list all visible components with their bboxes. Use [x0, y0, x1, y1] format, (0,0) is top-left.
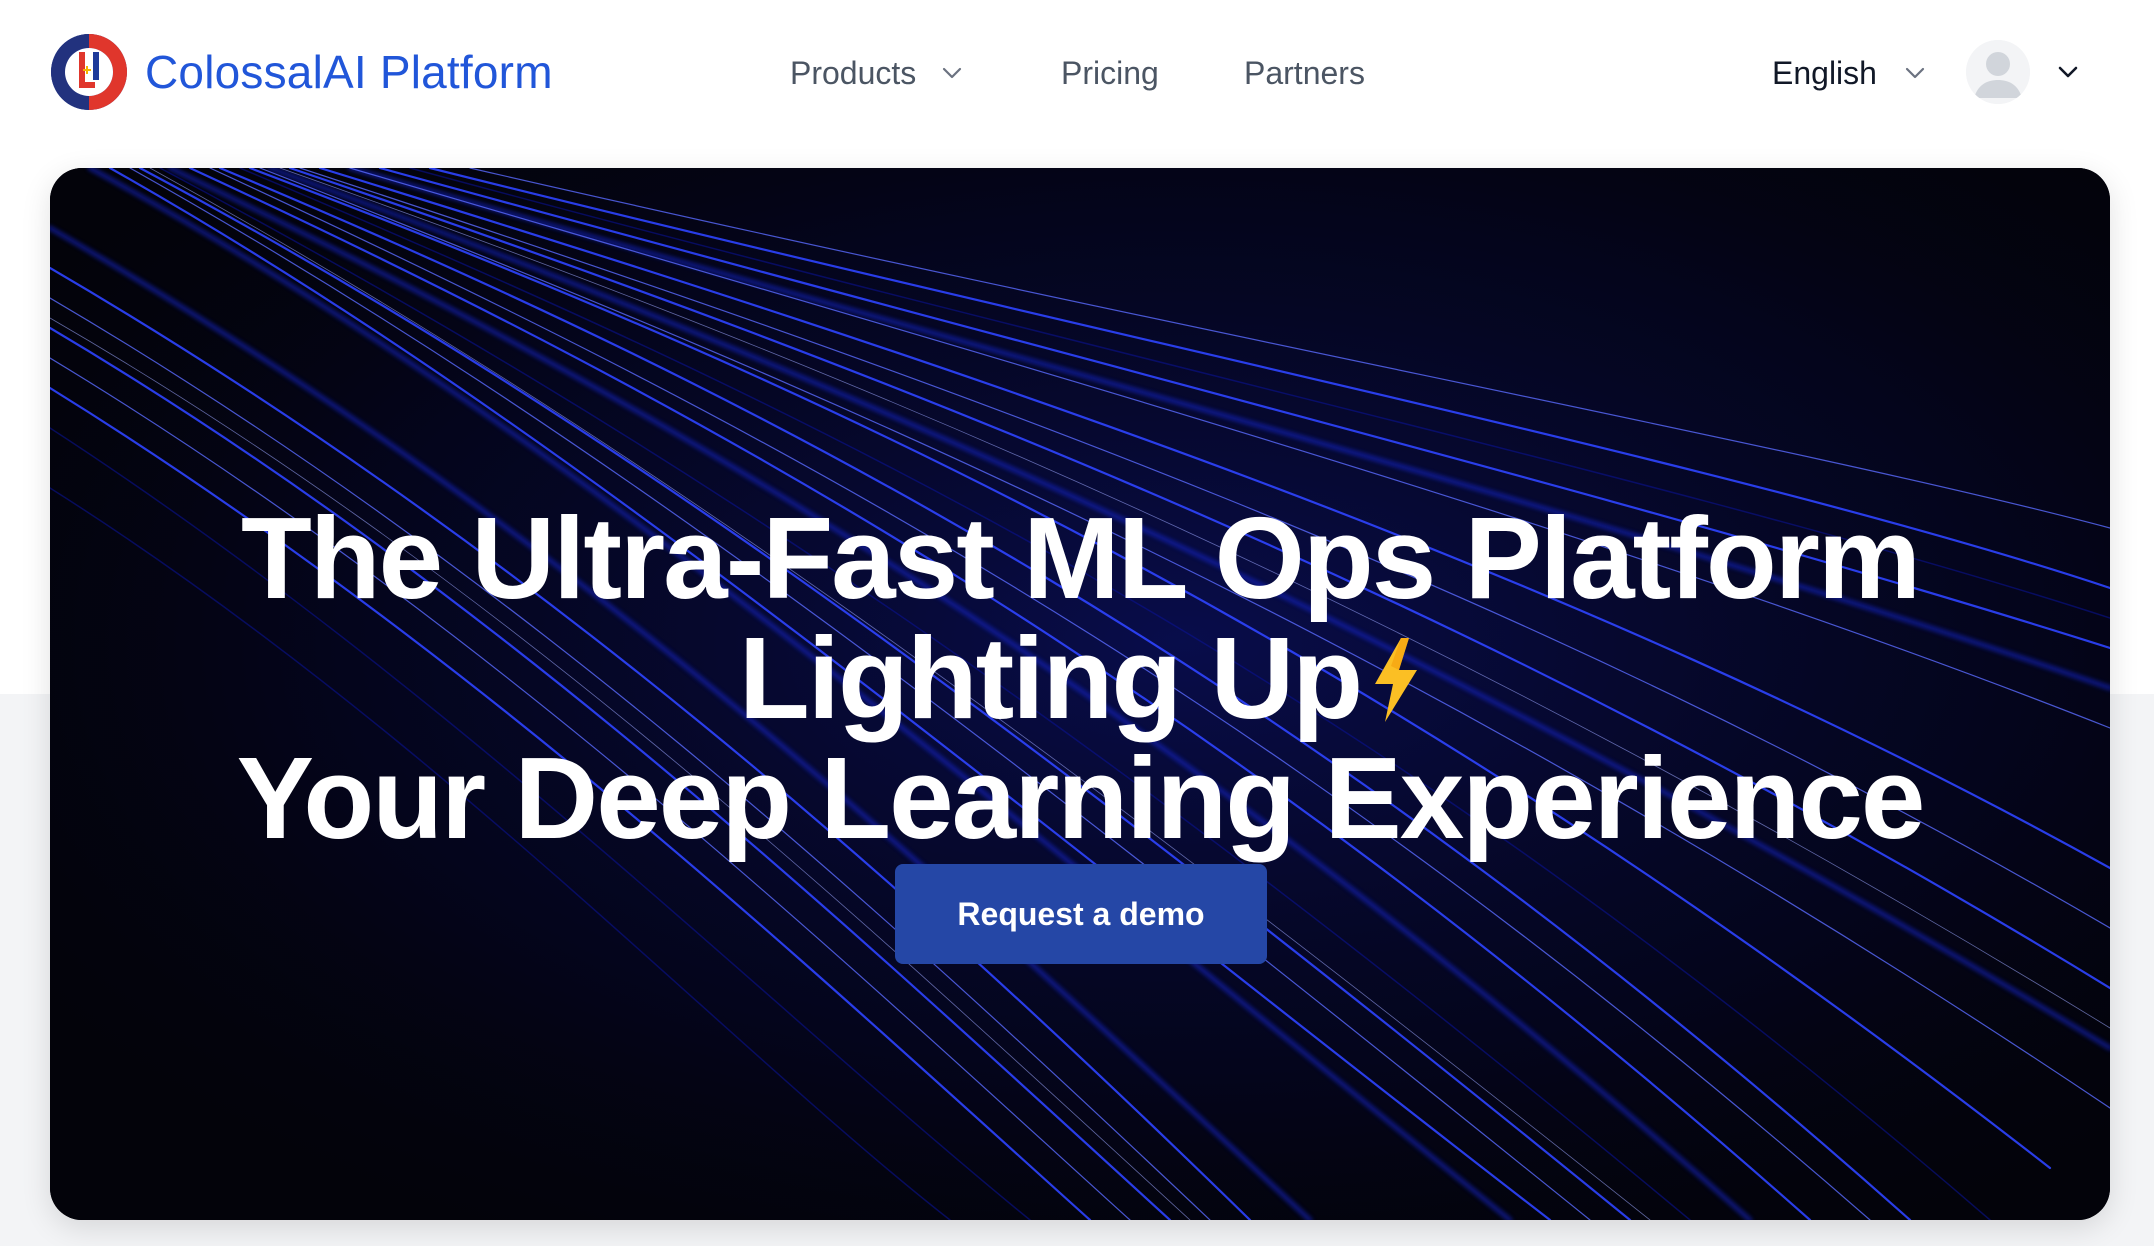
chevron-down-icon — [943, 67, 962, 79]
brand[interactable]: ColossalAI Platform — [49, 32, 553, 112]
nav-item-label: Pricing — [1061, 54, 1159, 91]
hero-banner: The Ultra-Fast ML Ops Platform Lighting … — [50, 168, 2110, 1220]
brand-name: ColossalAI Platform — [145, 46, 553, 98]
nav-item-partners[interactable]: Partners — [1244, 48, 1365, 98]
site-header: ColossalAI Platform Products Pricing Par… — [0, 0, 2154, 146]
chevron-down-icon — [2058, 66, 2078, 78]
lightning-bolt-icon — [1375, 637, 1418, 722]
hero-title-line-1: The Ultra-Fast ML Ops Platform — [240, 492, 1921, 623]
request-demo-button[interactable]: Request a demo — [895, 864, 1267, 964]
nav-item-label: Products — [790, 54, 917, 91]
chevron-down-icon — [1905, 67, 1925, 79]
hero-title-line-2-wrap: Lighting Up — [50, 618, 2110, 738]
hero-title: The Ultra-Fast ML Ops Platform Lighting … — [50, 498, 2110, 858]
language-label: English — [1772, 54, 1877, 91]
language-selector[interactable]: English — [1772, 48, 1927, 98]
hero-title-line-2: Lighting Up — [738, 612, 1363, 743]
user-menu[interactable] — [1966, 40, 2080, 104]
hero-title-line-3: Your Deep Learning Experience — [236, 732, 1926, 863]
user-avatar-icon — [1966, 40, 2030, 104]
nav-item-pricing[interactable]: Pricing — [1061, 48, 1159, 98]
nav-item-products[interactable]: Products — [790, 48, 964, 98]
nav-item-label: Partners — [1244, 54, 1365, 91]
colossalai-logo-icon — [51, 34, 127, 110]
